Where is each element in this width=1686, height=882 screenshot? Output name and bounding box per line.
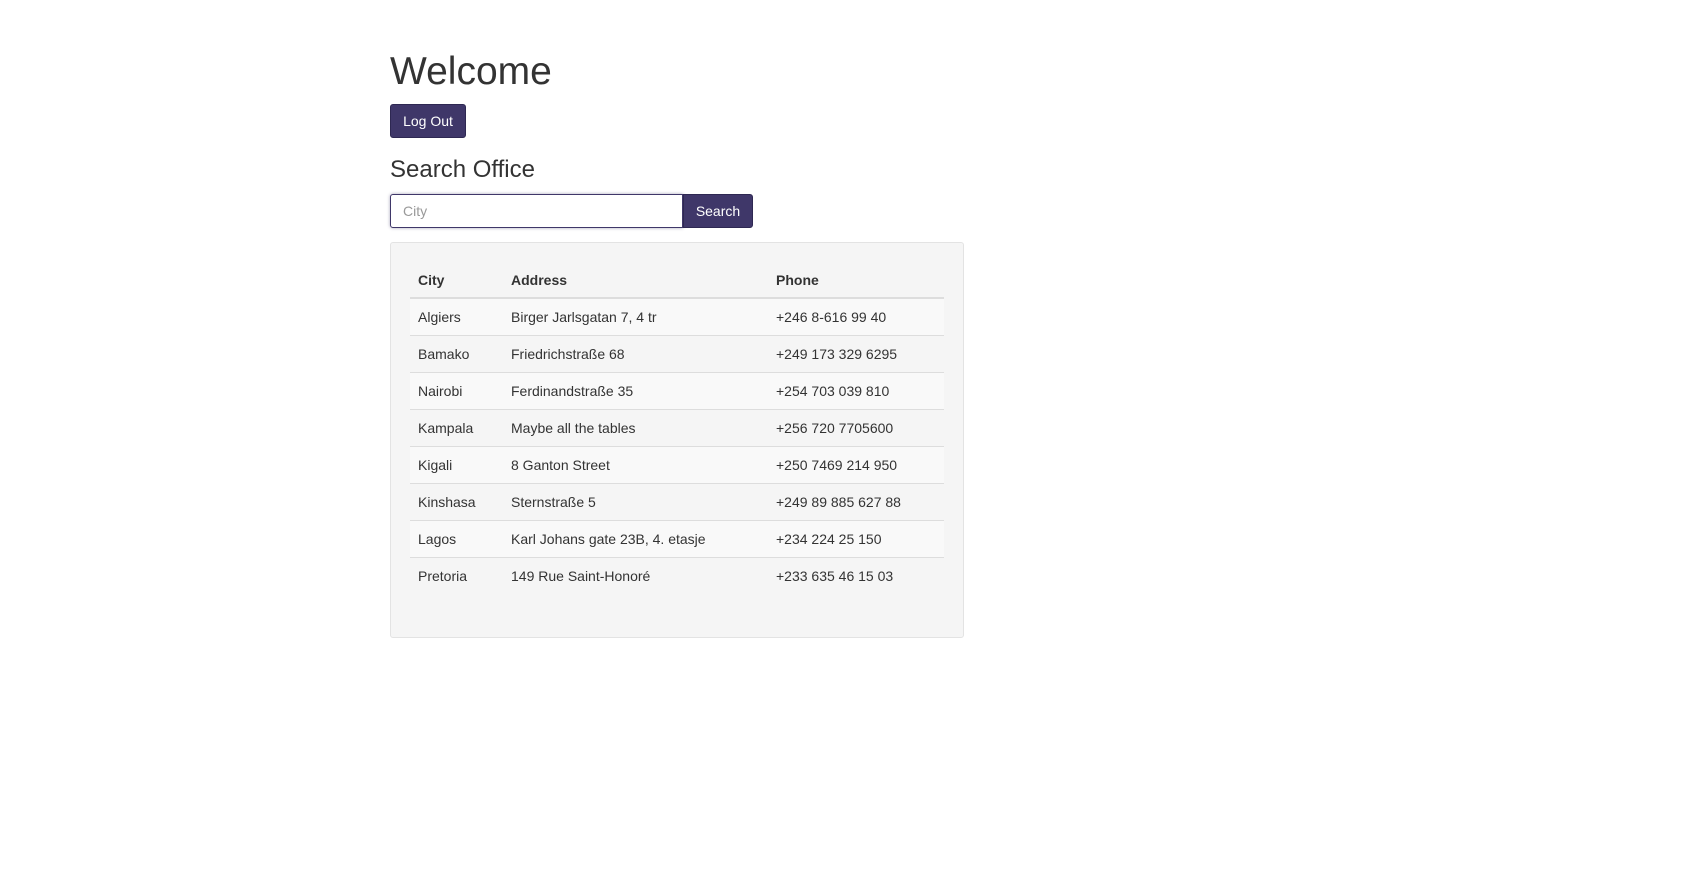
address-cell: Ferdinandstraße 35 — [503, 372, 768, 410]
phone-cell: +254 703 039 810 — [768, 372, 944, 410]
column-header-phone: Phone — [768, 262, 944, 299]
phone-cell: +246 8-616 99 40 — [768, 298, 944, 336]
phone-cell: +234 224 25 150 — [768, 520, 944, 558]
city-cell: Kigali — [410, 446, 503, 484]
table-row: Algiers Birger Jarlsgatan 7, 4 tr +246 8… — [410, 298, 944, 336]
address-cell: Sternstraße 5 — [503, 483, 768, 521]
page-title: Welcome — [390, 50, 552, 93]
search-form: Search — [390, 194, 753, 228]
phone-cell: +249 89 885 627 88 — [768, 483, 944, 521]
column-header-address: Address — [503, 262, 768, 299]
address-cell: Maybe all the tables — [503, 409, 768, 447]
results-panel: City Address Phone Algiers Birger Jarlsg… — [390, 242, 964, 638]
search-heading: Search Office — [390, 156, 535, 183]
table-row: Kigali 8 Ganton Street +250 7469 214 950 — [410, 446, 944, 484]
address-cell: Friedrichstraße 68 — [503, 335, 768, 373]
phone-cell: +256 720 7705600 — [768, 409, 944, 447]
phone-cell: +249 173 329 6295 — [768, 335, 944, 373]
city-cell: Algiers — [410, 298, 503, 336]
table-row: Kampala Maybe all the tables +256 720 77… — [410, 409, 944, 447]
address-cell: Karl Johans gate 23B, 4. etasje — [503, 520, 768, 558]
table-row: Pretoria 149 Rue Saint-Honoré +233 635 4… — [410, 557, 944, 594]
city-cell: Bamako — [410, 335, 503, 373]
search-button[interactable]: Search — [683, 194, 753, 228]
phone-cell: +250 7469 214 950 — [768, 446, 944, 484]
address-cell: 149 Rue Saint-Honoré — [503, 557, 768, 594]
city-cell: Kampala — [410, 409, 503, 447]
city-cell: Nairobi — [410, 372, 503, 410]
city-cell: Kinshasa — [410, 483, 503, 521]
phone-cell: +233 635 46 15 03 — [768, 557, 944, 594]
offices-table: City Address Phone Algiers Birger Jarlsg… — [410, 262, 944, 594]
table-row: Nairobi Ferdinandstraße 35 +254 703 039 … — [410, 372, 944, 410]
table-row: Bamako Friedrichstraße 68 +249 173 329 6… — [410, 335, 944, 373]
column-header-city: City — [410, 262, 503, 299]
address-cell: 8 Ganton Street — [503, 446, 768, 484]
table-row: Kinshasa Sternstraße 5 +249 89 885 627 8… — [410, 483, 944, 521]
city-search-input[interactable] — [390, 194, 683, 228]
city-cell: Pretoria — [410, 557, 503, 594]
address-cell: Birger Jarlsgatan 7, 4 tr — [503, 298, 768, 336]
city-cell: Lagos — [410, 520, 503, 558]
table-header-row: City Address Phone — [410, 262, 944, 299]
logout-button[interactable]: Log Out — [390, 104, 466, 138]
table-row: Lagos Karl Johans gate 23B, 4. etasje +2… — [410, 520, 944, 558]
